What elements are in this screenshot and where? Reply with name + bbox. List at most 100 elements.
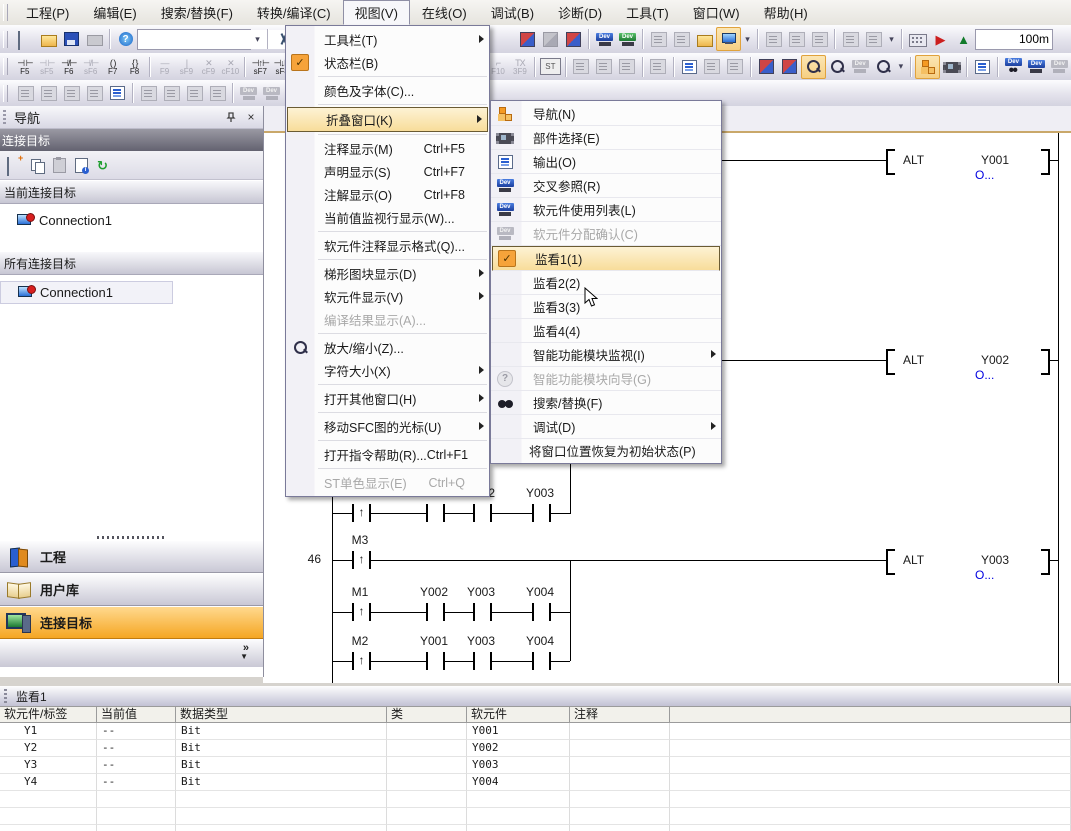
- contact-y001b[interactable]: [426, 652, 445, 670]
- dock-cross-reference-button[interactable]: Dev: [1002, 56, 1025, 78]
- vm-statusbar[interactable]: ✓ 状态栏(B): [286, 51, 489, 74]
- watch-row[interactable]: Y3-- Bit Y003: [0, 757, 1071, 774]
- toolbar1-overflow[interactable]: ▾: [251, 34, 264, 45]
- toolbar2-grip[interactable]: [3, 58, 8, 75]
- open-project-button[interactable]: [37, 28, 60, 50]
- copy-connection-button[interactable]: [31, 159, 44, 172]
- read-mode-button[interactable]: [801, 55, 826, 79]
- menu-view[interactable]: 视图(V): [343, 0, 410, 25]
- col-comment[interactable]: 注释: [570, 706, 670, 723]
- dock-output-button[interactable]: [971, 56, 994, 78]
- close-icon[interactable]: ×: [243, 109, 259, 125]
- hline-button[interactable]: —F9: [154, 55, 176, 79]
- contact-m2[interactable]: [352, 652, 371, 670]
- sfc-tool-2[interactable]: [37, 82, 60, 104]
- menu-convert-compile[interactable]: 转换/编译(C): [245, 0, 343, 25]
- contact-m1[interactable]: [352, 603, 371, 621]
- monitor-stop-button[interactable]: [539, 28, 562, 50]
- refresh-button[interactable]: ↻: [97, 159, 108, 172]
- reference-window-button[interactable]: [693, 28, 716, 50]
- build-tool-3[interactable]: [183, 82, 206, 104]
- delete-vline-button[interactable]: ✕cF10: [219, 55, 241, 79]
- contact-y002b[interactable]: [426, 603, 445, 621]
- contact-m3[interactable]: [352, 551, 371, 569]
- contact-m4[interactable]: [352, 504, 371, 522]
- inline-tool-4[interactable]: [839, 28, 862, 50]
- contact-y003c[interactable]: [473, 652, 492, 670]
- coil-button[interactable]: ( )F7: [102, 55, 124, 79]
- toolbar1-grip[interactable]: [3, 31, 8, 48]
- vm-compile-result[interactable]: 编译结果显示(A)...: [286, 308, 489, 331]
- build-tool-2[interactable]: [160, 82, 183, 104]
- menu-project[interactable]: 工程(P): [14, 0, 81, 25]
- device-batch-monitor-button[interactable]: Dev: [616, 28, 639, 50]
- monitor-mode-button[interactable]: [562, 28, 585, 50]
- contact-y001[interactable]: [426, 504, 445, 522]
- current-connection-header[interactable]: 当前连接目标: [0, 180, 263, 204]
- vm-note-display[interactable]: 注解显示(O)Ctrl+F8: [286, 183, 489, 206]
- d m-intelligent-module-wizard[interactable]: ? 智能功能模块向导(G): [491, 367, 721, 391]
- dm-intelligent-module-monitor[interactable]: 智能功能模块监视(I): [491, 343, 721, 367]
- toolbar1-overflow-2[interactable]: ▾: [741, 34, 754, 45]
- menu-help[interactable]: 帮助(H): [752, 0, 820, 25]
- col-extra[interactable]: [670, 706, 1071, 723]
- property-button[interactable]: [75, 158, 88, 173]
- application-instruction-button[interactable]: { }F8: [124, 55, 146, 79]
- col-class[interactable]: 类: [387, 706, 467, 723]
- sfc-tool-3[interactable]: [60, 82, 83, 104]
- comment-edit-button[interactable]: [678, 56, 701, 78]
- vm-device-comment-format[interactable]: 软元件注释显示格式(Q)...: [286, 234, 489, 257]
- vm-open-other-window[interactable]: 打开其他窗口(H): [286, 387, 489, 410]
- sfc-tool-1[interactable]: [14, 82, 37, 104]
- tx-button[interactable]: TX3F9: [509, 55, 531, 79]
- inline-tool-3[interactable]: [808, 28, 831, 50]
- vm-ladder-block[interactable]: 梯形图块显示(D): [286, 262, 489, 285]
- vm-color-font[interactable]: 颜色及字体(C)...: [286, 79, 489, 102]
- dm-output[interactable]: 输出(O): [491, 150, 721, 174]
- watch-row[interactable]: Y2-- Bit Y002: [0, 740, 1071, 757]
- simulation-settings-button[interactable]: [906, 28, 929, 50]
- menubar-grip[interactable]: [3, 4, 8, 21]
- menu-diagnostics[interactable]: 诊断(D): [546, 0, 614, 25]
- save-button[interactable]: [60, 28, 83, 50]
- connection-item-all[interactable]: Connection1: [0, 281, 173, 304]
- line-erase-button[interactable]: [778, 56, 801, 78]
- watch-jump-button[interactable]: [670, 28, 693, 50]
- col-data-type[interactable]: 数据类型: [176, 706, 387, 723]
- new-connection-button[interactable]: +: [7, 158, 22, 172]
- sidebar-item-user-library[interactable]: 用户库: [0, 573, 263, 606]
- menu-debug[interactable]: 调试(B): [479, 0, 546, 25]
- watch-row-empty[interactable]: [0, 808, 1071, 825]
- contact-y004[interactable]: [532, 603, 551, 621]
- vm-st-monochrome[interactable]: ST单色显示(E)Ctrl+Q: [286, 471, 489, 494]
- vm-text-size[interactable]: 字符大小(X): [286, 359, 489, 382]
- f10-button[interactable]: ⌐F10: [487, 55, 509, 79]
- monitor-start-button[interactable]: [516, 28, 539, 50]
- contact-y003b[interactable]: [473, 603, 492, 621]
- edit-tool-4[interactable]: [647, 56, 670, 78]
- vm-toolbars[interactable]: 工具栏(T): [286, 28, 489, 51]
- delete-hline-button[interactable]: ✕cF9: [197, 55, 219, 79]
- dock-device-list-button[interactable]: Dev: [1025, 56, 1048, 78]
- simulation-check-button[interactable]: ▲: [952, 28, 975, 50]
- inline-tool-5[interactable]: [862, 28, 885, 50]
- dev-write-button[interactable]: Dev: [237, 82, 260, 104]
- dev-read-button[interactable]: Dev: [260, 82, 283, 104]
- simulation-start-button[interactable]: ▶: [929, 28, 952, 50]
- dm-watch2[interactable]: 监看2(2): [491, 271, 721, 295]
- dock-element-selection-button[interactable]: [940, 56, 963, 78]
- open-branch-button[interactable]: ⊣ ⊢sF5: [36, 55, 58, 79]
- paste-connection-button[interactable]: [53, 158, 66, 173]
- device-test-button[interactable]: Dev: [849, 56, 872, 78]
- dm-device-list[interactable]: Dev 软元件使用列表(L): [491, 198, 721, 222]
- toolbar1-overflow-3[interactable]: ▾: [885, 34, 898, 45]
- menu-edit[interactable]: 编辑(E): [81, 0, 148, 25]
- scan-time-box[interactable]: [975, 29, 1053, 50]
- watch-row[interactable]: Y1-- Bit Y001: [0, 723, 1071, 740]
- watch-table[interactable]: 软元件/标签 当前值 数据类型 类 软元件 注释 Y1-- Bit Y001 Y…: [0, 706, 1071, 831]
- dm-device-assignment[interactable]: Dev 软元件分配确认(C): [491, 222, 721, 246]
- contact-y003[interactable]: [532, 504, 551, 522]
- panel-grip[interactable]: [3, 110, 6, 124]
- vm-zoom[interactable]: 放大/缩小(Z)...: [286, 336, 489, 359]
- vm-instruction-help[interactable]: 打开指令帮助(R)...Ctrl+F1: [286, 443, 489, 466]
